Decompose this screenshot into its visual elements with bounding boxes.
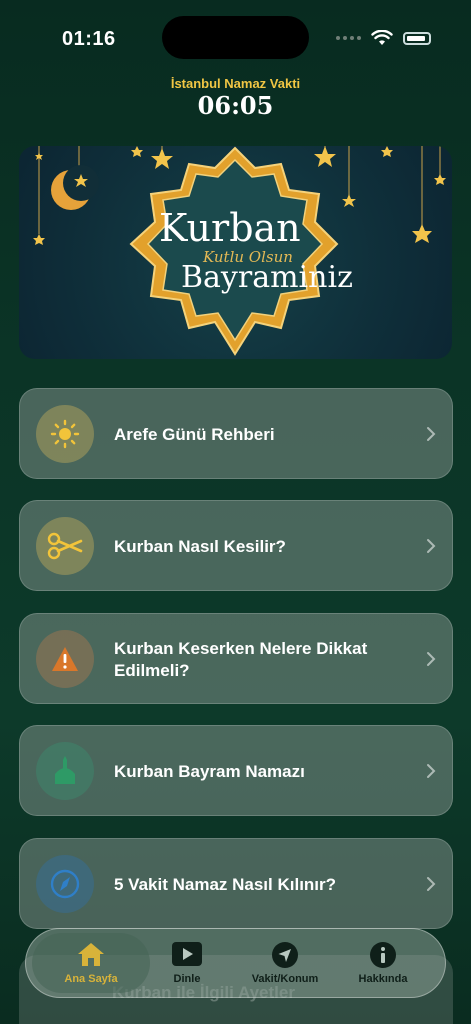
tab-home[interactable]: Ana Sayfa — [32, 933, 150, 993]
tab-label: Hakkında — [358, 973, 408, 985]
chevron-right-icon — [427, 539, 436, 553]
menu-item-bayram-namazi[interactable]: Kurban Bayram Namazı — [19, 725, 453, 816]
info-icon — [370, 942, 396, 968]
banner-title-line1: Kurban — [159, 206, 301, 250]
eid-banner[interactable]: Kurban Kutlu Olsun Bayraminiz — [19, 146, 452, 359]
compass-icon — [36, 855, 94, 913]
chevron-right-icon — [427, 877, 436, 891]
battery-icon — [403, 31, 431, 45]
tab-label: Vakit/Konum — [251, 973, 319, 985]
chevron-right-icon — [427, 764, 436, 778]
chevron-right-icon — [427, 427, 436, 441]
chevron-right-icon — [427, 652, 436, 666]
menu-item-label: Kurban Bayram Namazı — [114, 761, 305, 781]
tab-label: Dinle — [173, 973, 201, 985]
menu-item-label: Kurban Keserken Nelere Dikkat Edilmeli? — [114, 638, 368, 680]
signal-icon — [336, 36, 361, 40]
scissors-icon — [36, 517, 94, 575]
prayer-time: 06:05 — [197, 91, 274, 120]
home-icon — [78, 943, 104, 966]
play-icon — [172, 942, 202, 966]
tab-hakkinda[interactable]: Hakkında — [334, 929, 432, 997]
dynamic-island — [162, 16, 309, 59]
wifi-icon — [371, 30, 393, 45]
menu-item-label: Arefe Günü Rehberi — [114, 424, 275, 444]
tab-bar: Ana Sayfa Dinle Vakit/Konum Hakkında — [25, 928, 446, 998]
menu-item-dikkat[interactable]: Kurban Keserken Nelere Dikkat Edilmeli? — [19, 613, 453, 704]
menu-item-bes-vakit[interactable]: 5 Vakit Namaz Nasıl Kılınır? — [19, 838, 453, 929]
menu-item-label: 5 Vakit Namaz Nasıl Kılınır? — [114, 874, 337, 894]
status-time: 01:16 — [62, 28, 116, 50]
tab-vakit-konum[interactable]: Vakit/Konum — [236, 929, 334, 997]
location-arrow-icon — [272, 942, 298, 968]
tab-dinle[interactable]: Dinle — [138, 929, 236, 997]
menu-item-kurban-kesim[interactable]: Kurban Nasıl Kesilir? — [19, 500, 453, 591]
sun-icon — [36, 405, 94, 463]
banner-title-line3: Bayraminiz — [181, 260, 353, 295]
status-bar: 01:16 — [0, 0, 471, 80]
status-icons — [336, 28, 431, 48]
menu-item-arefe[interactable]: Arefe Günü Rehberi — [19, 388, 453, 479]
menu-item-label: Kurban Nasıl Kesilir? — [114, 536, 286, 556]
warning-icon — [36, 630, 94, 688]
prayer-city-title: İstanbul Namaz Vakti — [170, 76, 301, 91]
banner-text: Kurban Kutlu Olsun Bayraminiz — [19, 146, 452, 359]
prayer-header: İstanbul Namaz Vakti 06:05 — [0, 76, 471, 120]
mosque-icon — [36, 742, 94, 800]
tab-label: Ana Sayfa — [64, 973, 118, 985]
